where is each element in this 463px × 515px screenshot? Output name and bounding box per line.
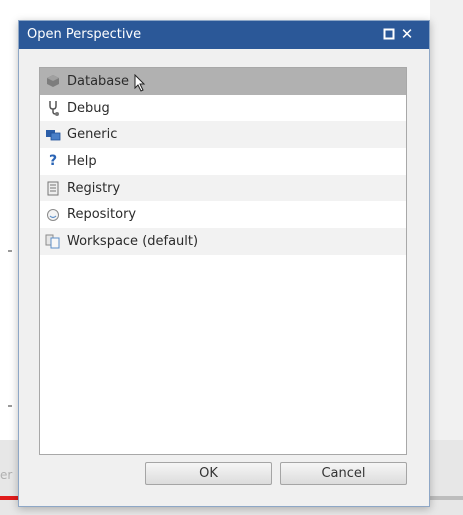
list-item-workspace[interactable]: Workspace (default): [40, 228, 406, 255]
registry-icon: [45, 180, 61, 196]
background-window-edge: [430, 0, 463, 515]
database-icon: [45, 73, 61, 89]
background-partial-text: er: [0, 468, 13, 482]
item-label: Debug: [67, 100, 110, 116]
workspace-icon: [45, 233, 61, 249]
dialog-title: Open Perspective: [27, 27, 142, 42]
item-label: Workspace (default): [67, 233, 199, 249]
dialog-title-bar[interactable]: Open Perspective ✕: [19, 21, 429, 49]
item-label: Registry: [67, 180, 121, 196]
list-item-registry[interactable]: Registry: [40, 174, 406, 202]
maximize-icon[interactable]: [382, 27, 396, 41]
item-label: Repository: [67, 207, 137, 223]
repository-icon: [45, 207, 61, 223]
debug-icon: [45, 100, 61, 117]
list-item-database[interactable]: Database: [40, 68, 406, 95]
item-label: Help: [67, 153, 97, 169]
open-perspective-dialog: Open Perspective ✕ Database Debug Generi…: [18, 20, 430, 507]
mouse-cursor-icon: [134, 73, 146, 96]
list-item-repository[interactable]: Repository: [40, 201, 406, 228]
background-tick-mark: [8, 405, 12, 407]
item-label: Generic: [67, 127, 118, 143]
ok-button[interactable]: OK: [145, 462, 272, 485]
list-item-generic[interactable]: Generic: [40, 121, 406, 149]
background-tick-mark: [8, 250, 12, 252]
list-item-help[interactable]: ? Help: [40, 148, 406, 175]
list-item-debug[interactable]: Debug: [40, 95, 406, 122]
generic-icon: [45, 127, 61, 143]
close-icon[interactable]: ✕: [400, 27, 414, 42]
item-label: Database: [67, 73, 130, 89]
perspective-list: Database Debug Generic ? Help Registry R…: [39, 67, 407, 455]
help-icon: ?: [48, 153, 58, 170]
cancel-button[interactable]: Cancel: [280, 462, 407, 485]
